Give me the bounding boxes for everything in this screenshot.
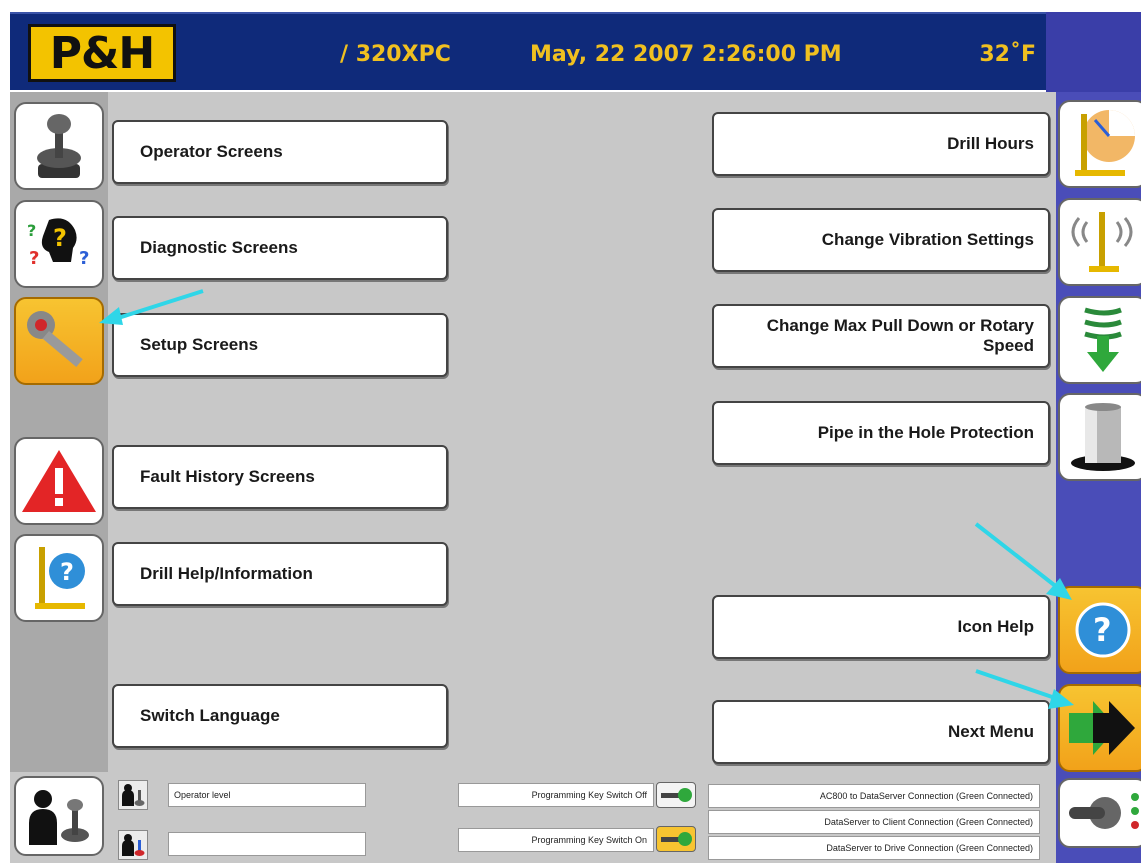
operator-joystick-icon[interactable] xyxy=(14,776,104,856)
icon-help-button[interactable]: Icon Help xyxy=(712,595,1050,659)
ph-logo: P&H xyxy=(28,24,176,82)
date-time: May, 22 2007 2:26:00 PM xyxy=(530,42,842,67)
change-max-pulldown-speed-button[interactable]: Change Max Pull Down or Rotary Speed xyxy=(712,304,1050,368)
setup-screens-button[interactable]: Setup Screens xyxy=(112,313,448,377)
drill-help-button[interactable]: Drill Help/Information xyxy=(112,542,448,606)
operator-level-field-2 xyxy=(168,832,366,856)
question-head-icon[interactable]: ???? xyxy=(14,200,104,288)
svg-text:?: ? xyxy=(1093,611,1112,649)
svg-text:?: ? xyxy=(53,224,67,252)
diagnostic-screens-button[interactable]: Diagnostic Screens xyxy=(112,216,448,280)
key-switch-icon[interactable] xyxy=(1058,778,1141,848)
client-connection-status: DataServer to Client Connection (Green C… xyxy=(708,810,1040,834)
operator-level-field: Operator level xyxy=(168,783,366,807)
drill-help-icon[interactable]: ? xyxy=(14,534,104,622)
pipe-in-hole-protection-button[interactable]: Pipe in the Hole Protection xyxy=(712,401,1050,465)
machine-model: / 320XPC xyxy=(340,42,451,67)
ac800-connection-status: AC800 to DataServer Connection (Green Co… xyxy=(708,784,1040,808)
svg-text:?: ? xyxy=(79,248,89,269)
key-switch-off-field: Programming Key Switch Off xyxy=(458,783,654,807)
pipe-icon[interactable] xyxy=(1058,393,1141,481)
change-vibration-settings-button[interactable]: Change Vibration Settings xyxy=(712,208,1050,272)
engineer-level-icon xyxy=(118,830,148,860)
operator-screens-button[interactable]: Operator Screens xyxy=(112,120,448,184)
next-menu-button[interactable]: Next Menu xyxy=(712,700,1050,764)
svg-text:?: ? xyxy=(29,248,39,269)
fault-history-screens-button[interactable]: Fault History Screens xyxy=(112,445,448,509)
drill-hours-button[interactable]: Drill Hours xyxy=(712,112,1050,176)
key-off-icon xyxy=(656,782,696,808)
question-icon[interactable]: ? xyxy=(1058,586,1141,674)
switch-language-button[interactable]: Switch Language xyxy=(112,684,448,748)
operator-level-icon xyxy=(118,780,148,810)
drill-control-screen: P&H / 320XPC May, 22 2007 2:26:00 PM 32˚… xyxy=(0,0,1141,863)
svg-text:?: ? xyxy=(60,558,74,586)
header-bar: P&H / 320XPC May, 22 2007 2:26:00 PM 32˚… xyxy=(10,12,1046,90)
pulldown-speed-icon[interactable] xyxy=(1058,296,1141,384)
svg-text:?: ? xyxy=(27,221,36,240)
vibration-icon[interactable] xyxy=(1058,198,1141,286)
key-on-icon xyxy=(656,826,696,852)
wrench-icon[interactable] xyxy=(14,297,104,385)
drill-hours-icon[interactable] xyxy=(1058,100,1141,188)
key-switch-on-field: Programming Key Switch On xyxy=(458,828,654,852)
temperature: 32˚F xyxy=(979,42,1036,67)
warning-icon[interactable] xyxy=(14,437,104,525)
drive-connection-status: DataServer to Drive Connection (Green Co… xyxy=(708,836,1040,860)
joystick-icon[interactable] xyxy=(14,102,104,190)
next-arrow-icon[interactable] xyxy=(1058,684,1141,772)
